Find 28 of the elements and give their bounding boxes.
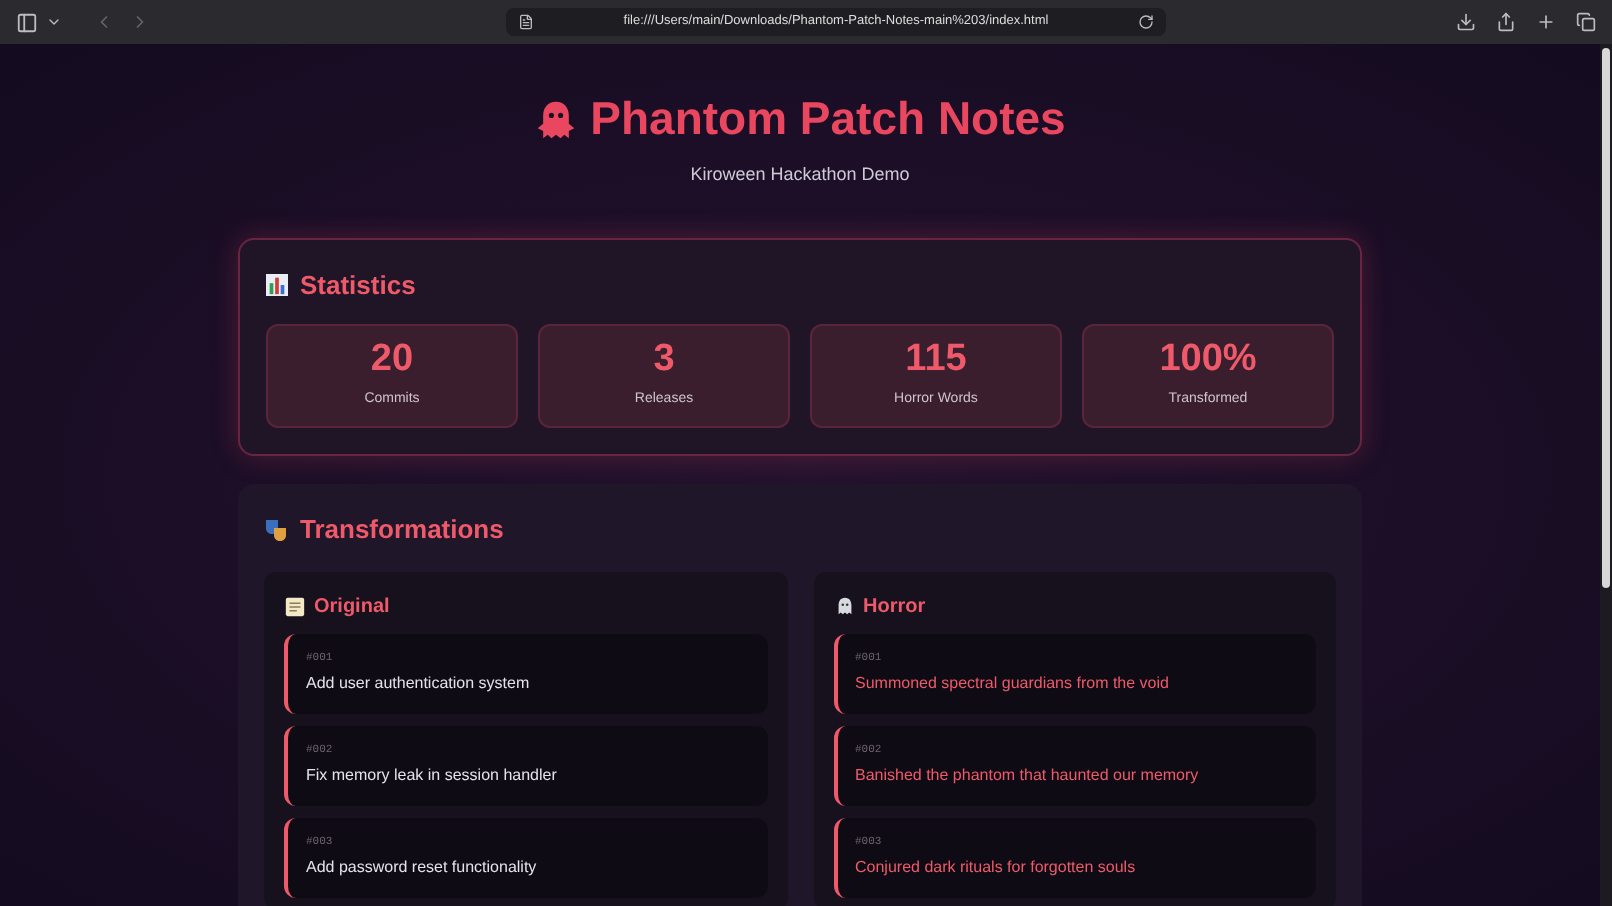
entry-text: Add user authentication system bbox=[306, 672, 532, 697]
memo-icon bbox=[284, 595, 306, 617]
ghost-icon bbox=[534, 97, 579, 141]
column-title: Horror bbox=[863, 593, 926, 621]
share-icon[interactable] bbox=[1496, 12, 1516, 32]
stat-value: 100% bbox=[1159, 340, 1257, 379]
stat-value: 3 bbox=[653, 340, 675, 379]
download-icon[interactable] bbox=[1456, 12, 1476, 32]
ghost-icon bbox=[833, 595, 855, 617]
entry-text: Conjured dark rituals for forgotten souls bbox=[855, 856, 1138, 881]
page-icon bbox=[518, 14, 534, 30]
new-tab-icon[interactable] bbox=[1536, 12, 1556, 32]
entry-text: Fix memory leak in session handler bbox=[306, 764, 559, 789]
page-title: Phantom Patch Notes bbox=[590, 96, 1066, 142]
column-title: Original bbox=[314, 593, 390, 621]
bar-chart-icon bbox=[266, 273, 288, 296]
stat-value: 20 bbox=[370, 340, 414, 379]
entry-text: Add password reset functionality bbox=[306, 856, 539, 881]
caret-icon[interactable] bbox=[46, 14, 62, 30]
reload-icon[interactable] bbox=[1138, 14, 1154, 30]
page-subtitle: Kiroween Hackathon Demo bbox=[690, 162, 910, 188]
stat-value: 115 bbox=[905, 340, 967, 379]
sidebar-icon[interactable] bbox=[16, 11, 38, 33]
section-title: Transformations bbox=[300, 512, 504, 548]
tabs-overview-icon[interactable] bbox=[1576, 12, 1596, 32]
entry-text: Banished the phantom that haunted our memory bbox=[855, 764, 1201, 789]
section-title: Statistics bbox=[300, 267, 416, 303]
entry-text: Summoned spectral guardians from the void bbox=[855, 672, 1171, 697]
